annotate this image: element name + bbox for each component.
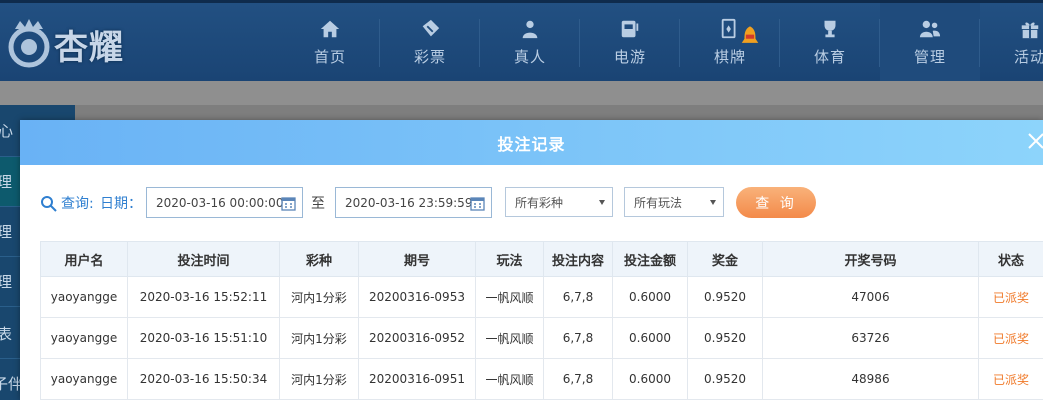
cell-username: yaoyangge — [40, 276, 128, 318]
cell-content: 6,7,8 — [543, 317, 613, 359]
cell-prize: 0.9520 — [687, 317, 763, 359]
column-header: 状态 — [978, 241, 1043, 277]
main-nav: 首页 彩票 真人 电游 棋牌 体育 管理 活动 — [280, 3, 1043, 81]
brand-name: 杏耀 — [54, 27, 124, 68]
table-row[interactable]: yaoyangge 2020-03-16 15:51:10 河内1分彩 2020… — [40, 317, 1043, 359]
chevron-down-icon — [599, 200, 605, 205]
brand-logo[interactable]: 杏耀 — [0, 11, 150, 77]
nav-item-promo[interactable]: 活动 — [980, 3, 1043, 81]
bet-record-table: 用户名 投注时间 彩种 期号 玩法 投注内容 投注金额 奖金 开奖号码 状态 y… — [40, 241, 1043, 400]
cell-issue: 20200316-0952 — [358, 317, 476, 359]
cell-issue: 20200316-0951 — [358, 358, 476, 400]
start-date-input[interactable]: 2020-03-16 00:00:00 — [146, 187, 303, 218]
cell-amount: 0.6000 — [612, 358, 688, 400]
cell-play: 一帆风顺 — [475, 317, 544, 359]
cell-draw-number: 48986 — [762, 358, 979, 400]
nav-item-lottery[interactable]: 彩票 — [380, 3, 480, 81]
cell-username: yaoyangge — [40, 317, 128, 359]
table-row[interactable]: yaoyangge 2020-03-16 15:52:11 河内1分彩 2020… — [40, 276, 1043, 318]
cell-draw-number: 47006 — [762, 276, 979, 318]
end-date-input[interactable]: 2020-03-16 23:59:59 — [335, 187, 492, 218]
column-header: 投注时间 — [127, 241, 280, 277]
cell-lottery: 河内1分彩 — [279, 358, 359, 400]
cell-bet-time: 2020-03-16 15:51:10 — [127, 317, 280, 359]
column-header: 奖金 — [687, 241, 763, 277]
calendar-icon[interactable] — [470, 196, 485, 211]
cell-issue: 20200316-0953 — [358, 276, 476, 318]
column-header: 彩种 — [279, 241, 359, 277]
status-badge: 已派奖 — [978, 317, 1043, 359]
cell-play: 一帆风顺 — [475, 358, 544, 400]
date-range-separator: 至 — [311, 196, 325, 212]
date-label: 日期： — [100, 196, 142, 212]
table-header-row: 用户名 投注时间 彩种 期号 玩法 投注内容 投注金额 奖金 开奖号码 状态 — [40, 241, 1043, 277]
cell-prize: 0.9520 — [687, 358, 763, 400]
column-header: 期号 — [358, 241, 476, 277]
status-badge: 已派奖 — [978, 276, 1043, 318]
nav-item-home[interactable]: 首页 — [280, 3, 380, 81]
modal-header: 投注记录 — [20, 120, 1043, 165]
close-icon[interactable] — [1025, 130, 1043, 152]
chevron-down-icon — [710, 200, 716, 205]
cell-amount: 0.6000 — [612, 317, 688, 359]
cell-lottery: 河内1分彩 — [279, 317, 359, 359]
cell-draw-number: 63726 — [762, 317, 979, 359]
cell-amount: 0.6000 — [612, 276, 688, 318]
cell-bet-time: 2020-03-16 15:50:34 — [127, 358, 280, 400]
calendar-icon[interactable] — [281, 196, 296, 211]
cell-content: 6,7,8 — [543, 276, 613, 318]
trophy-icon — [824, 20, 836, 37]
cards-icon — [721, 18, 736, 38]
column-header: 投注金额 — [612, 241, 688, 277]
query-label-group: 查询: — [40, 187, 94, 219]
bell-icon — [741, 26, 759, 43]
status-badge: 已派奖 — [978, 358, 1043, 400]
column-header: 投注内容 — [543, 241, 613, 277]
nav-item-sports[interactable]: 体育 — [780, 3, 880, 81]
sub-header — [0, 81, 1043, 105]
cell-play: 一帆风顺 — [475, 276, 544, 318]
nav-item-manage[interactable]: 管理 — [880, 3, 980, 81]
bet-record-modal: 投注记录 查询: 日期： 2020-03-16 00:00:00 至 2020-… — [20, 120, 1043, 400]
column-header: 开奖号码 — [762, 241, 979, 277]
query-label: 查询: — [61, 196, 94, 212]
nav-item-slots[interactable]: 电游 — [580, 3, 680, 81]
logo-badge-icon — [8, 19, 50, 68]
cell-prize: 0.9520 — [687, 276, 763, 318]
users-icon — [919, 20, 941, 37]
nav-item-live[interactable]: 真人 — [480, 3, 580, 81]
query-button[interactable]: 查 询 — [736, 187, 816, 218]
nav-item-chess[interactable]: 棋牌 — [680, 3, 780, 81]
play-type-select[interactable]: 所有玩法 — [624, 187, 724, 217]
ticket-icon — [422, 19, 440, 36]
slot-machine-icon — [621, 20, 639, 37]
home-icon — [320, 20, 340, 37]
column-header: 用户名 — [40, 241, 128, 277]
cell-username: yaoyangge — [40, 358, 128, 400]
cell-content: 6,7,8 — [543, 358, 613, 400]
cell-lottery: 河内1分彩 — [279, 276, 359, 318]
filter-bar: 查询: 日期： 2020-03-16 00:00:00 至 2020-03-16… — [40, 187, 1030, 219]
dealer-icon — [522, 20, 538, 38]
table-row[interactable]: yaoyangge 2020-03-16 15:50:34 河内1分彩 2020… — [40, 358, 1043, 400]
lottery-type-select[interactable]: 所有彩种 — [505, 187, 613, 217]
top-navbar: 杏耀 首页 彩票 真人 电游 棋牌 体育 管理 活动 — [0, 0, 1043, 81]
column-header: 玩法 — [475, 241, 544, 277]
cell-bet-time: 2020-03-16 15:52:11 — [127, 276, 280, 318]
modal-title: 投注记录 — [497, 134, 566, 154]
search-icon — [41, 195, 57, 212]
gift-icon — [1021, 22, 1039, 38]
